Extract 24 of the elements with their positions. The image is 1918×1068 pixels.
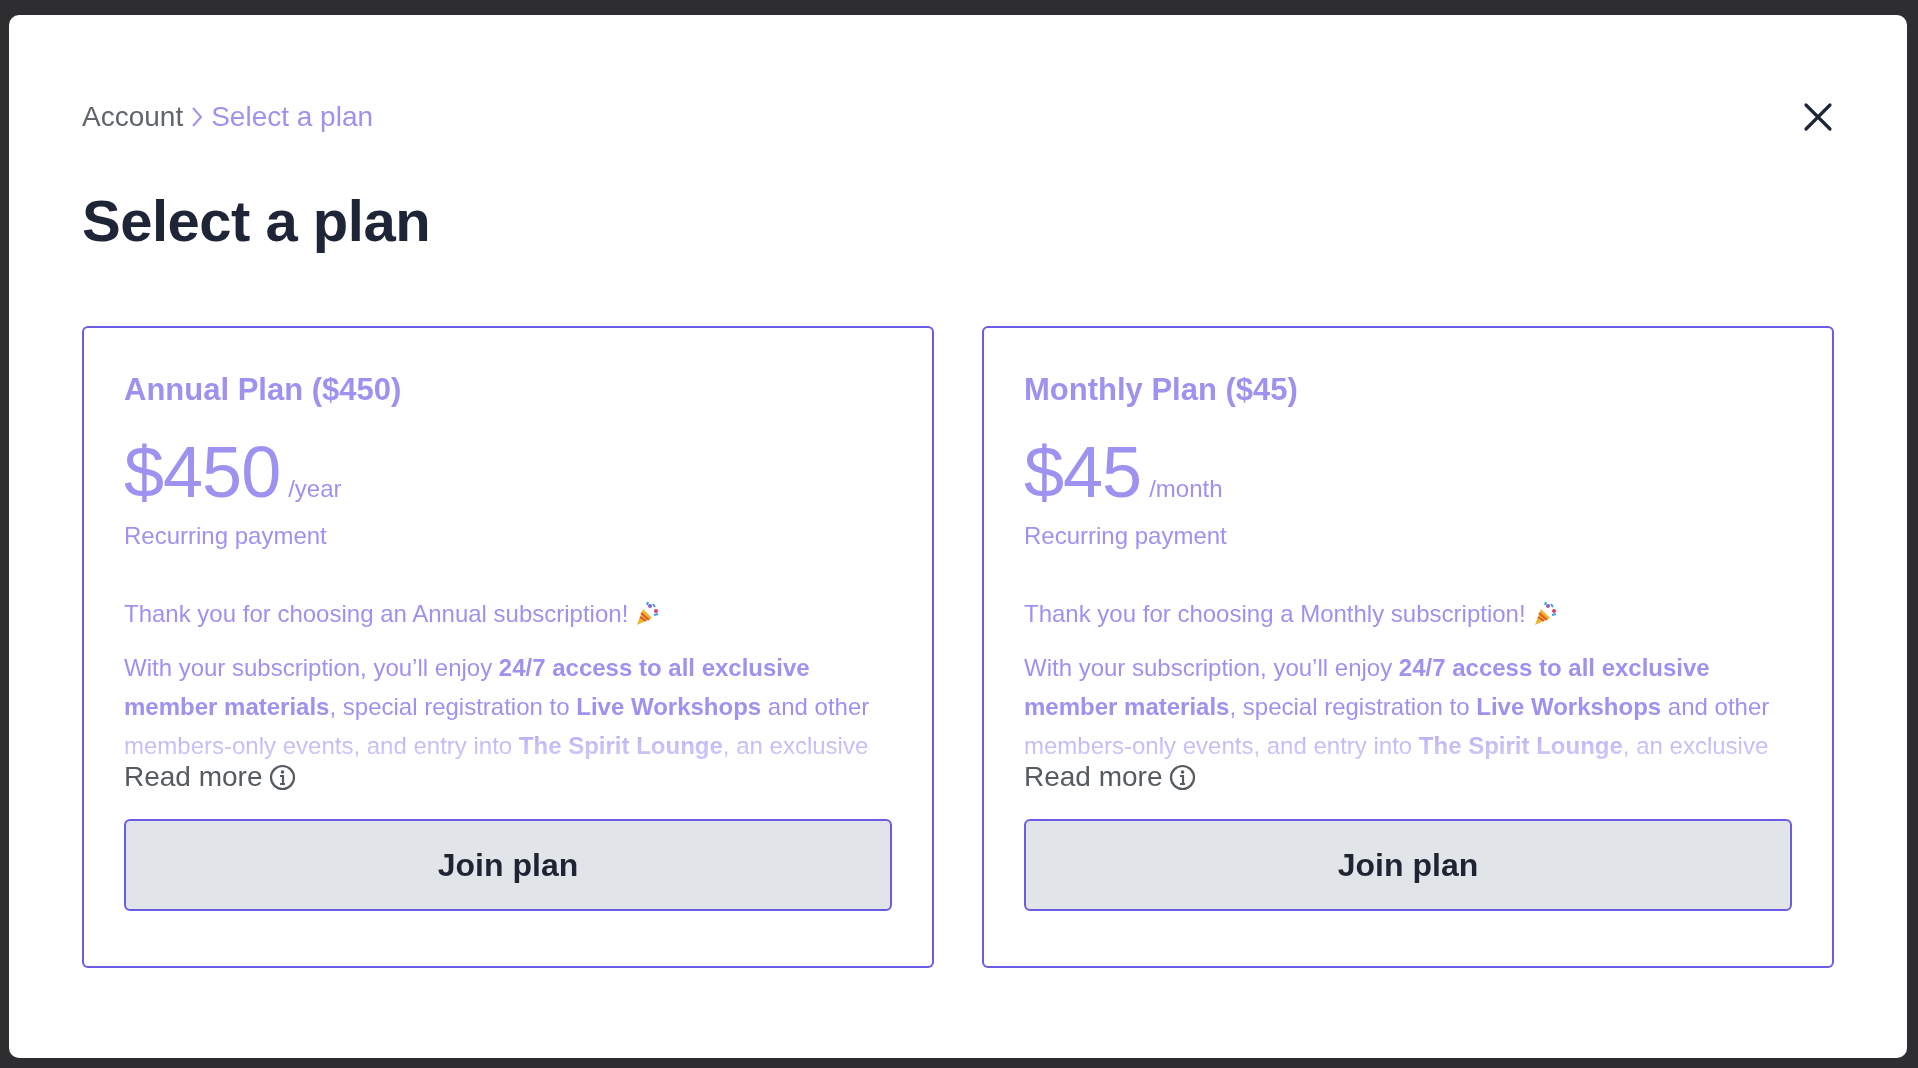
breadcrumb-item[interactable]: Account (82, 101, 184, 133)
plan-name: Annual Plan ($450) (124, 372, 403, 408)
join-plan-button[interactable]: Join plan (1024, 819, 1792, 911)
read-more-link[interactable]: Read more (124, 761, 263, 793)
breadcrumb-item: Select a plan (211, 101, 374, 133)
billing-type: Recurring payment (1024, 522, 1228, 550)
plan-price: $450 (124, 436, 281, 508)
close-button[interactable] (1802, 101, 1834, 133)
info-icon (1168, 763, 1196, 791)
plan-name: Monthly Plan ($45) (1024, 372, 1299, 408)
thank-you-message: Thank you for choosing a Monthly subscription! (1024, 600, 1526, 628)
billing-period: /year (288, 475, 342, 503)
chevron-right-icon (191, 106, 204, 128)
thank-you-message: Thank you for choosing an Annual subscription! (124, 600, 629, 628)
join-plan-button[interactable]: Join plan (124, 819, 892, 911)
info-icon (268, 763, 296, 791)
plan-description: With your subscription, you’ll enjoy 24/7 access to all exclusive member materials, special registration to Live Workshops and other members-only events, and entry into The Spirit Lounge, an exclusive (1024, 653, 1771, 761)
billing-type: Recurring payment (124, 522, 328, 550)
page-title: Select a plan (82, 187, 432, 254)
party-popper-icon (634, 601, 661, 627)
plan-description: With your subscription, you’ll enjoy 24/7 access to all exclusive member materials, special registration to Live Workshops and other members-only events, and entry into The Spirit Lounge, an exclusive (124, 653, 871, 761)
read-more-link[interactable]: Read more (1024, 761, 1163, 793)
billing-period: /month (1149, 475, 1223, 503)
plan-price: $45 (1024, 436, 1142, 508)
